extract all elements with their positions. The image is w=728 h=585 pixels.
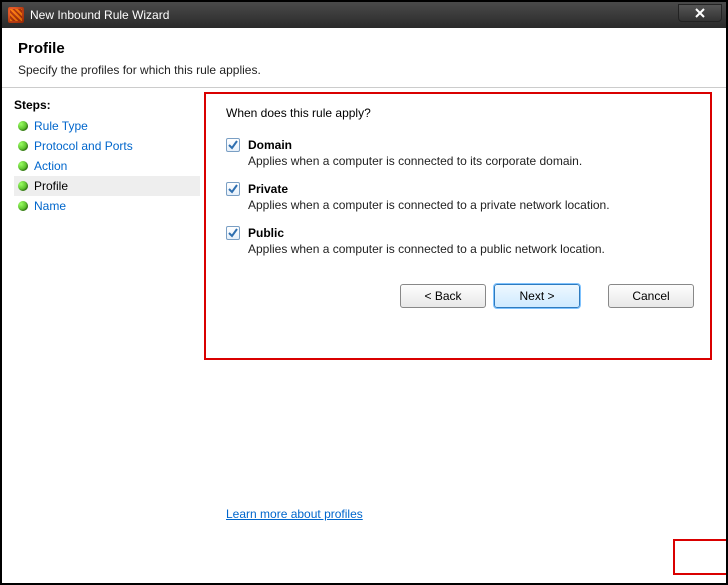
annotation-highlight-next bbox=[673, 539, 726, 575]
step-bullet-icon bbox=[18, 121, 28, 131]
checkmark-icon bbox=[228, 184, 238, 194]
step-profile[interactable]: Profile bbox=[14, 176, 200, 196]
step-label: Action bbox=[34, 159, 67, 173]
step-bullet-icon bbox=[18, 141, 28, 151]
profile-option-public: Public Applies when a computer is connec… bbox=[226, 226, 712, 256]
step-rule-type[interactable]: Rule Type bbox=[14, 116, 200, 136]
wizard-footer: < Back Next > Cancel bbox=[206, 270, 712, 320]
back-button[interactable]: < Back bbox=[400, 284, 486, 308]
page-subtitle: Specify the profiles for which this rule… bbox=[18, 63, 710, 77]
titlebar: New Inbound Rule Wizard bbox=[2, 2, 726, 28]
learn-more-link[interactable]: Learn more about profiles bbox=[226, 507, 363, 521]
firewall-app-icon bbox=[8, 7, 24, 23]
wizard-content: When does this rule apply? Domain Applie… bbox=[200, 88, 726, 583]
steps-heading: Steps: bbox=[14, 96, 200, 116]
step-bullet-icon bbox=[18, 201, 28, 211]
checkmark-icon bbox=[228, 140, 238, 150]
step-bullet-icon bbox=[18, 181, 28, 191]
step-label: Protocol and Ports bbox=[34, 139, 133, 153]
profile-desc-public: Applies when a computer is connected to … bbox=[226, 240, 712, 256]
checkbox-public[interactable] bbox=[226, 226, 240, 240]
window-title: New Inbound Rule Wizard bbox=[30, 8, 169, 22]
profile-desc-domain: Applies when a computer is connected to … bbox=[226, 152, 712, 168]
next-button[interactable]: Next > bbox=[494, 284, 580, 308]
step-label: Name bbox=[34, 199, 66, 213]
profile-label-private: Private bbox=[248, 182, 288, 196]
page-title: Profile bbox=[18, 40, 710, 57]
profile-option-domain: Domain Applies when a computer is connec… bbox=[226, 138, 712, 168]
profile-label-domain: Domain bbox=[248, 138, 292, 152]
profile-option-private: Private Applies when a computer is conne… bbox=[226, 182, 712, 212]
steps-sidebar: Steps: Rule Type Protocol and Ports Acti… bbox=[2, 88, 200, 583]
cancel-button[interactable]: Cancel bbox=[608, 284, 694, 308]
step-bullet-icon bbox=[18, 161, 28, 171]
wizard-header: Profile Specify the profiles for which t… bbox=[2, 28, 726, 88]
step-label: Rule Type bbox=[34, 119, 88, 133]
step-protocol-and-ports[interactable]: Protocol and Ports bbox=[14, 136, 200, 156]
close-icon bbox=[695, 8, 705, 18]
step-label: Profile bbox=[34, 179, 68, 193]
checkbox-domain[interactable] bbox=[226, 138, 240, 152]
profile-label-public: Public bbox=[248, 226, 284, 240]
profile-desc-private: Applies when a computer is connected to … bbox=[226, 196, 712, 212]
checkbox-private[interactable] bbox=[226, 182, 240, 196]
profile-question: When does this rule apply? bbox=[206, 96, 712, 138]
close-button[interactable] bbox=[678, 4, 722, 22]
step-name[interactable]: Name bbox=[14, 196, 200, 216]
step-action[interactable]: Action bbox=[14, 156, 200, 176]
checkmark-icon bbox=[228, 228, 238, 238]
